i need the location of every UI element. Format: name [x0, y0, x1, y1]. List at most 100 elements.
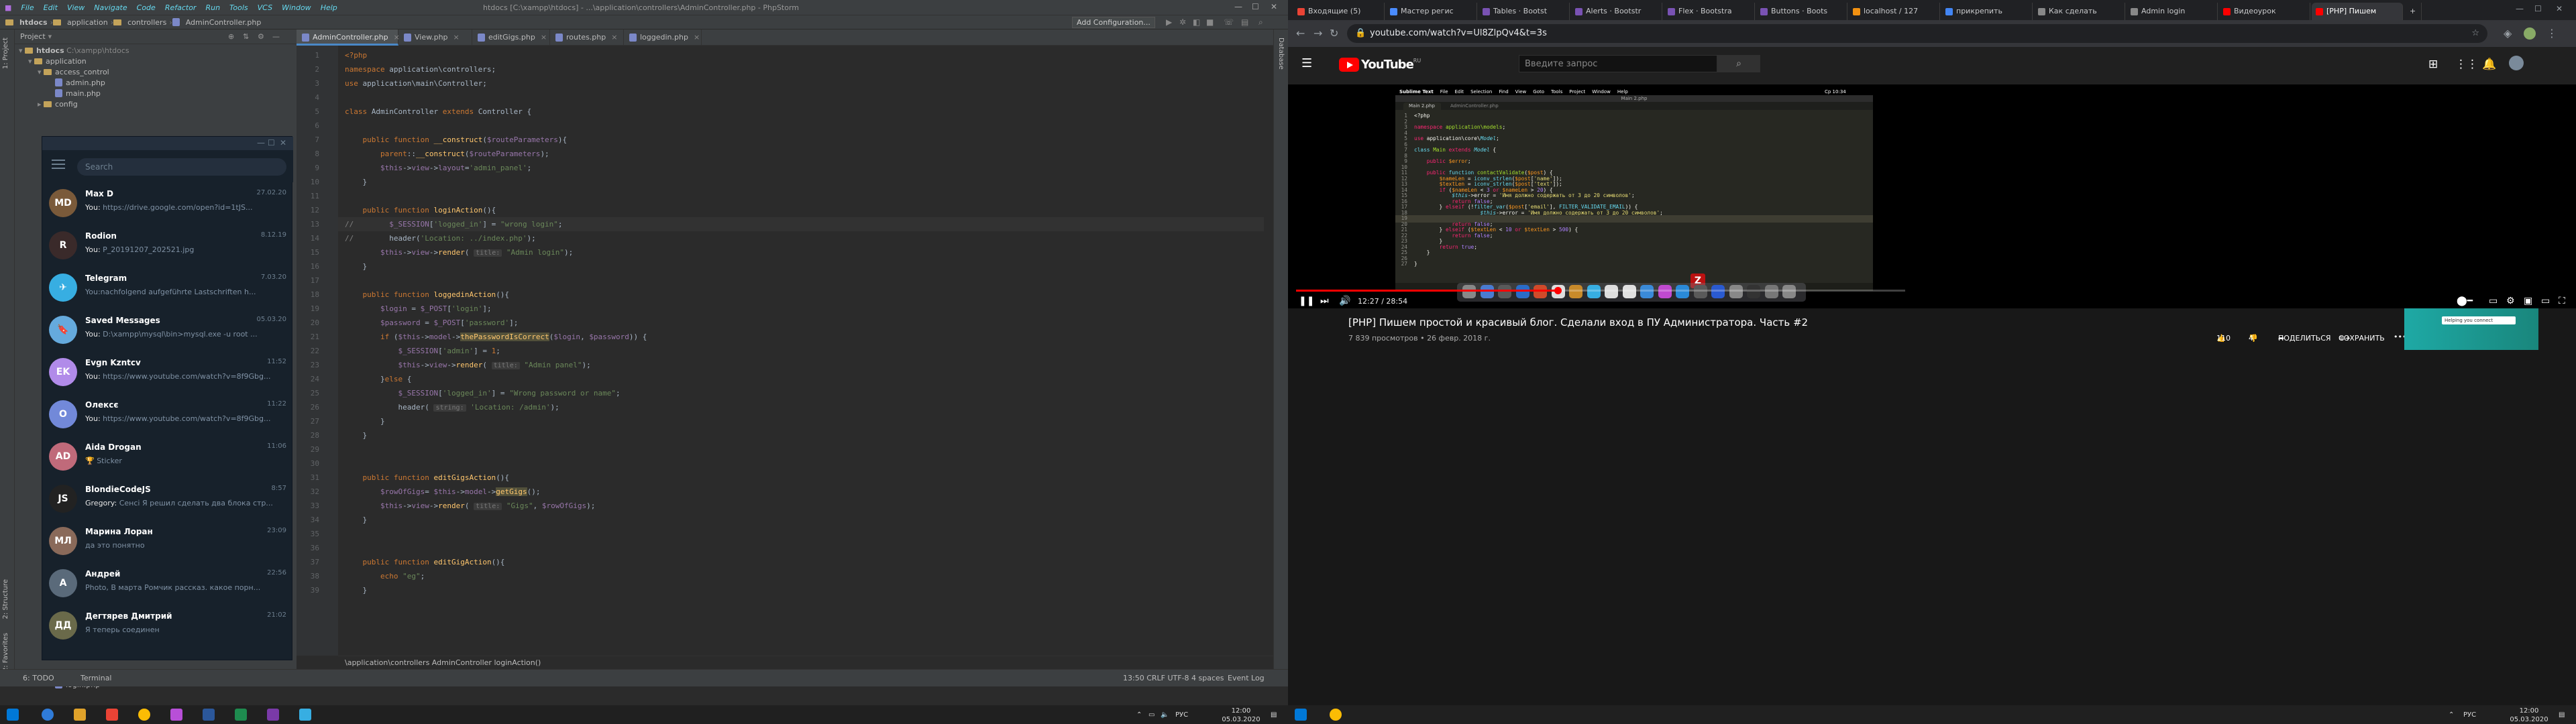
- chat-list-item[interactable]: 🔖 Saved Messages 05.03.20 You: D:\xampp\mys…: [42, 309, 293, 351]
- menu-run[interactable]: Run: [201, 3, 225, 12]
- chat-list-item[interactable]: R Rodion 8.12.19 You: P_20191207_202521.jpg: [42, 225, 293, 267]
- chrome-icon[interactable]: [1330, 709, 1342, 721]
- clock[interactable]: 12:00 05.03.2020: [1221, 707, 1261, 724]
- tray-arrow-icon[interactable]: ⌃: [1136, 711, 1142, 719]
- code-line[interactable]: }else {: [345, 372, 411, 386]
- create-video-icon[interactable]: ⊞: [2428, 58, 2438, 71]
- chat-list-item[interactable]: AD Aida Drogan 11:06 🏆 Sticker: [42, 436, 293, 478]
- tab-editgigs[interactable]: editGigs.php ×: [472, 29, 550, 46]
- windows-start-icon[interactable]: [1295, 709, 1307, 721]
- menu-code[interactable]: Code: [132, 3, 160, 12]
- code-line[interactable]: parent::__construct($routeParameters);: [345, 147, 549, 161]
- structure-tool-button[interactable]: 2: Structure: [2, 579, 9, 619]
- gear-icon[interactable]: ⚙: [258, 32, 264, 41]
- tab-loggedin[interactable]: loggedin.php ×: [624, 29, 702, 46]
- stop-icon[interactable]: ■: [1206, 17, 1214, 27]
- menu-help[interactable]: Help: [316, 3, 342, 12]
- debug-icon[interactable]: ✲: [1179, 17, 1186, 27]
- tree-item-access-control[interactable]: ▾ access_control: [38, 67, 109, 78]
- breadcrumb-controllers[interactable]: controllers: [125, 18, 169, 27]
- subtitles-icon[interactable]: ▭: [2489, 296, 2498, 306]
- code-line[interactable]: public function __construct($routeParame…: [345, 133, 568, 147]
- tab-view[interactable]: View.php ×: [398, 29, 472, 46]
- code-line[interactable]: }: [345, 414, 385, 428]
- ide-app-icon[interactable]: ■: [0, 3, 16, 12]
- tree-item-config[interactable]: ▸ config: [38, 99, 78, 110]
- breadcrumb-file[interactable]: AdminController.php: [183, 18, 264, 27]
- opera-icon[interactable]: [106, 709, 118, 721]
- listen-debug-icon[interactable]: ☏: [1224, 17, 1234, 27]
- browser-tab[interactable]: Мастер регис: [1386, 3, 1477, 20]
- menu-vcs[interactable]: VCS: [253, 3, 277, 12]
- progress-scrubber[interactable]: [1554, 287, 1562, 294]
- settings-gear-icon[interactable]: ⚙: [2506, 296, 2515, 306]
- chat-list-item[interactable]: О Олексє 11:22 You: https://www.youtube.com…: [42, 394, 293, 436]
- code-line[interactable]: }: [345, 175, 367, 189]
- phpstorm-icon[interactable]: [170, 709, 182, 721]
- project-panel-title[interactable]: Project: [20, 32, 46, 41]
- code-line[interactable]: public function editGigAction(){: [345, 555, 505, 569]
- file-explorer-icon[interactable]: [74, 709, 86, 721]
- extension-icon[interactable]: ◈: [2504, 27, 2512, 40]
- menu-view[interactable]: View: [62, 3, 89, 12]
- notifications-icon[interactable]: ▤: [1271, 711, 1277, 719]
- browser-icon[interactable]: [42, 709, 54, 721]
- chat-list-item[interactable]: А Андрей 22:56 Photo, В марта Ромчик расск…: [42, 562, 293, 605]
- notifications-icon[interactable]: ▤: [2559, 711, 2565, 719]
- favorites-tool-button[interactable]: 2: Favorites: [2, 633, 9, 672]
- bookmark-star-icon[interactable]: ☆: [2471, 24, 2479, 43]
- tree-item-application[interactable]: ▾ application: [28, 56, 87, 67]
- avatar[interactable]: [2509, 56, 2524, 70]
- code-line[interactable]: use application\main\Controller;: [345, 76, 487, 90]
- project-tool-button[interactable]: 1: Project: [2, 38, 9, 69]
- menu-file[interactable]: File: [16, 3, 38, 12]
- code-line[interactable]: $_SESSION['admin'] = 1;: [345, 344, 500, 358]
- menu-navigate[interactable]: Navigate: [89, 3, 131, 12]
- code-line[interactable]: public function editGigsAction(){: [345, 471, 510, 485]
- close-icon[interactable]: ✕: [1271, 2, 1277, 11]
- close-tab-icon[interactable]: ×: [541, 33, 547, 42]
- apps-grid-icon[interactable]: ⋮⋮: [2455, 58, 2478, 71]
- language-indicator[interactable]: РУС: [2463, 711, 2476, 719]
- youtube-search-input[interactable]: [1519, 55, 1717, 72]
- close-icon[interactable]: ✕: [2556, 4, 2563, 13]
- code-line[interactable]: // $_SESSION['logged_in'] = "wrong login…: [338, 217, 1264, 231]
- breadcrumb-application[interactable]: application: [64, 18, 111, 27]
- chat-list-item[interactable]: EK Evgn Kzntcv 11:52 You: https://www.youtu…: [42, 351, 293, 394]
- maximize-icon[interactable]: ☐: [2534, 4, 2542, 13]
- code-line[interactable]: $this->view->render( title: "Admin panel…: [345, 358, 591, 372]
- close-icon[interactable]: ✕: [280, 138, 286, 147]
- telegram-icon[interactable]: [299, 709, 311, 721]
- browser-tab[interactable]: Tables · Bootst: [1479, 3, 1570, 20]
- chat-list-item[interactable]: JS BlondieCodeJS 8:57 Gregory: Сенсі Я реши…: [42, 478, 293, 520]
- chat-list-item[interactable]: МЛ Марина Лоран 23:09 да это понятно: [42, 520, 293, 562]
- search-button[interactable]: ⌕: [1717, 55, 1760, 72]
- tree-item-admin-php[interactable]: admin.php: [55, 78, 105, 88]
- notifications-bell-icon[interactable]: 🔔: [2482, 58, 2496, 71]
- code-line[interactable]: <?php: [345, 48, 367, 62]
- tree-item-main-php[interactable]: main.php: [55, 88, 101, 99]
- code-line[interactable]: $this->view->render( title: "Gigs", $row…: [345, 499, 595, 513]
- chat-list-item[interactable]: ДД Дегтярев Дмитрий 21:02 Я теперь соедине…: [42, 605, 293, 647]
- browser-tab[interactable]: [PHP] Пишем: [2312, 3, 2403, 20]
- language-indicator[interactable]: РУС: [1175, 711, 1188, 719]
- code-line[interactable]: namespace application\controllers;: [345, 62, 496, 76]
- code-line[interactable]: }: [345, 583, 367, 597]
- telegram-search-input[interactable]: [77, 158, 286, 176]
- todo-tool-button[interactable]: 6: TODO: [23, 670, 54, 687]
- menu-tools[interactable]: Tools: [225, 3, 253, 12]
- chat-list-item[interactable]: ✈ Telegram 7.03.20 You:nachfolgend aufgefü…: [42, 267, 293, 309]
- reload-icon[interactable]: ↻: [1330, 27, 1338, 40]
- code-line[interactable]: $rowOfGigs= $this->model->getGigs();: [345, 485, 540, 499]
- tab-admincontroller[interactable]: AdminController.php ×: [297, 29, 400, 46]
- address-bar[interactable]: 🔒 youtube.com/watch?v=Ul8ZlpQv4&t=3s ☆: [1347, 24, 2487, 43]
- code-editor[interactable]: <?php namespace application\controllers; u…: [338, 46, 1264, 656]
- next-icon[interactable]: ⏭: [1320, 296, 1329, 306]
- back-icon[interactable]: ←: [1296, 27, 1305, 40]
- hamburger-menu-icon[interactable]: ☰: [1301, 56, 1312, 70]
- autoplay-toggle[interactable]: ⬤━: [2457, 296, 2473, 306]
- add-configuration-button[interactable]: Add Configuration...: [1072, 17, 1155, 28]
- minimize-icon[interactable]: —: [1234, 2, 1242, 11]
- chat-list-item[interactable]: MD Max D 27.02.20 You: https://drive.google…: [42, 182, 293, 225]
- browser-tab[interactable]: localhost / 127: [1849, 3, 1940, 20]
